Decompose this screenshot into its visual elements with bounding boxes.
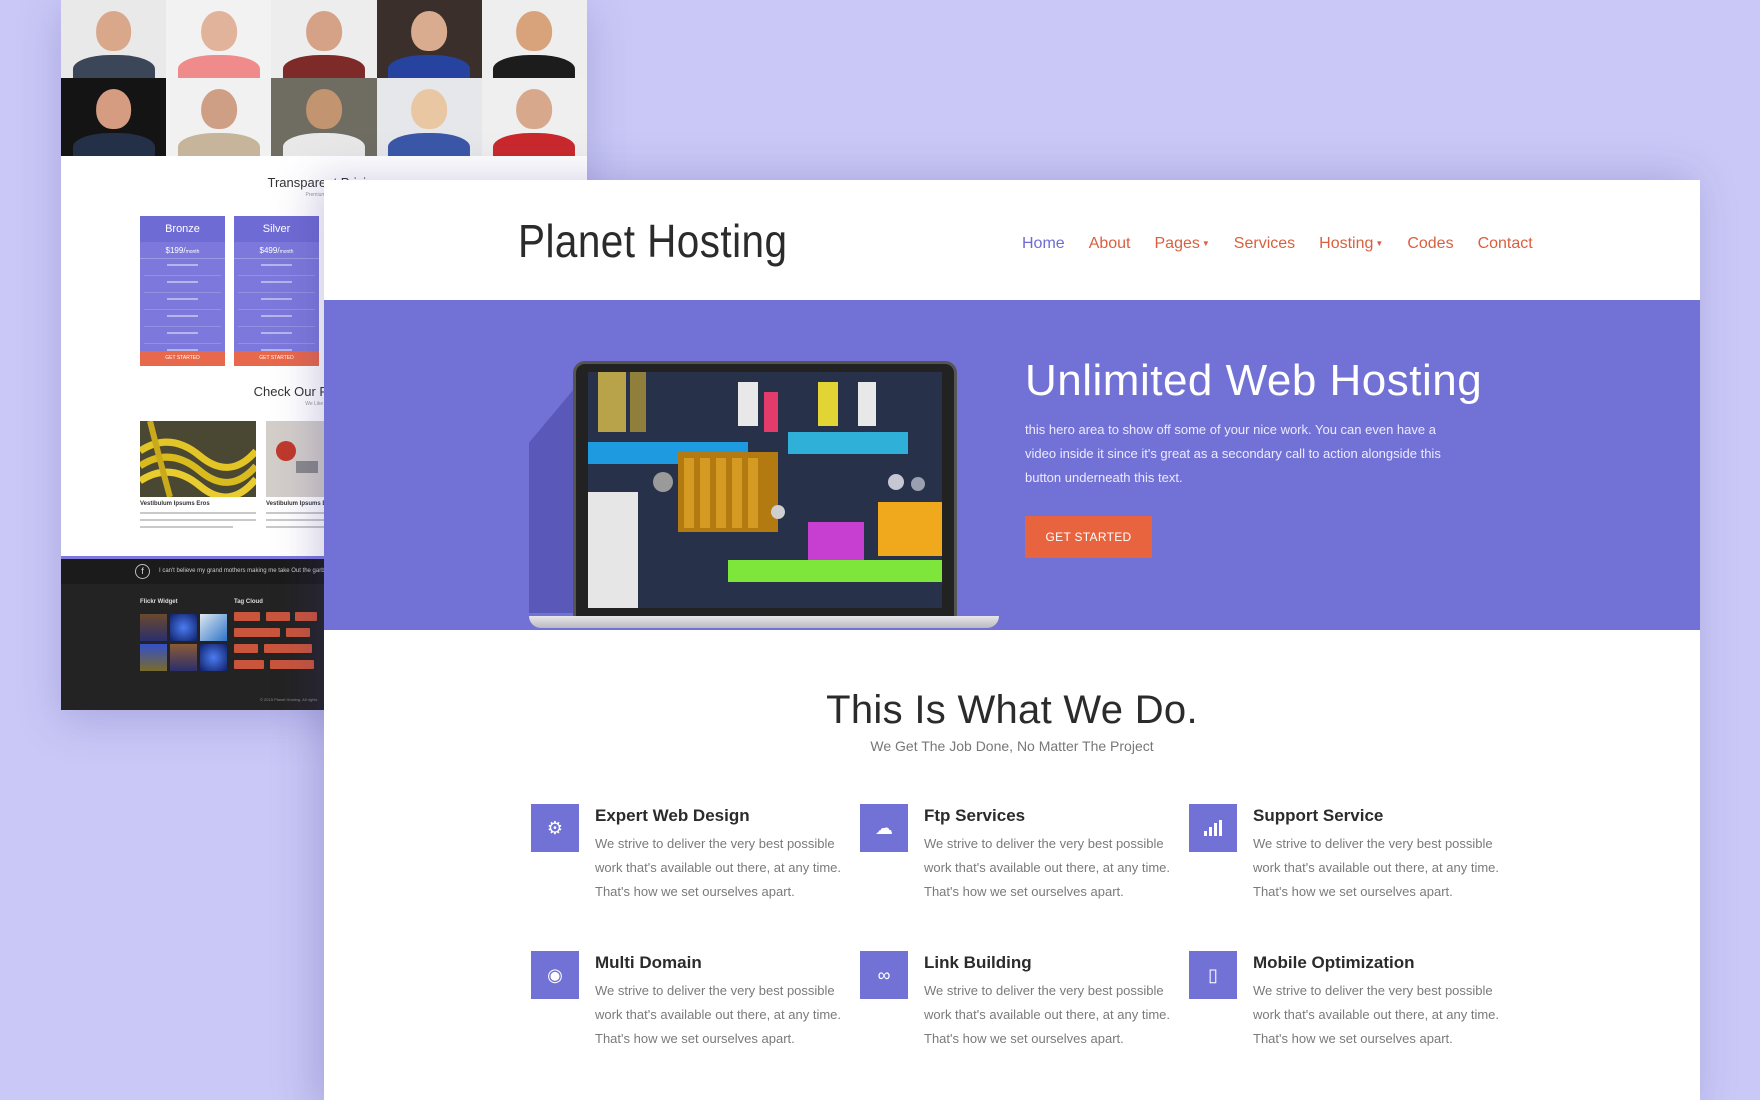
feature-description: We strive to deliver the very best possi… bbox=[924, 836, 1170, 899]
site-logo[interactable]: Planet Hosting bbox=[518, 214, 787, 268]
team-photo-grid bbox=[61, 0, 587, 156]
tag-cloud-title: Tag Cloud bbox=[234, 599, 263, 605]
flickr-thumbnail[interactable] bbox=[140, 614, 167, 641]
hero-text: this hero area to show off some of your … bbox=[1025, 422, 1441, 485]
mobile-icon: ▯ bbox=[1189, 951, 1237, 999]
gear-icon: ⚙ bbox=[531, 804, 579, 852]
pricing-plan-silver: Silver $499/month GET STARTED bbox=[234, 216, 319, 378]
feature-title[interactable]: Support Service bbox=[1253, 806, 1383, 826]
team-photo bbox=[481, 0, 587, 78]
feature-description: We strive to deliver the very best possi… bbox=[924, 983, 1170, 1046]
cloud-icon: ☁ bbox=[860, 804, 908, 852]
feature-title[interactable]: Expert Web Design bbox=[595, 806, 750, 826]
flickr-thumbnail[interactable] bbox=[200, 644, 227, 671]
tag-pill[interactable] bbox=[234, 612, 260, 621]
feature-title[interactable]: Ftp Services bbox=[924, 806, 1025, 826]
feature-title[interactable]: Multi Domain bbox=[595, 953, 702, 973]
motherboard-image bbox=[588, 372, 942, 608]
feature-description: We strive to deliver the very best possi… bbox=[1253, 983, 1499, 1046]
team-photo bbox=[481, 78, 587, 156]
caret-down-icon: ▼ bbox=[1201, 239, 1210, 248]
team-photo bbox=[271, 78, 377, 156]
team-photo bbox=[166, 78, 272, 156]
feature-title[interactable]: Link Building bbox=[924, 953, 1032, 973]
nav-contact[interactable]: Contact bbox=[1478, 235, 1533, 253]
tag-pill[interactable] bbox=[234, 644, 258, 653]
tag-pill[interactable] bbox=[295, 612, 317, 621]
feature-multi-domain: ◉ Multi Domain We strive to deliver the … bbox=[531, 951, 851, 1061]
team-photo bbox=[166, 0, 272, 78]
nav-label: Home bbox=[1022, 235, 1065, 252]
nav-label: Codes bbox=[1407, 235, 1454, 252]
flickr-thumbnail[interactable] bbox=[170, 644, 197, 671]
tag-pill[interactable] bbox=[266, 612, 290, 621]
nav-label: About bbox=[1088, 235, 1131, 252]
portfolio-image-cables[interactable] bbox=[140, 421, 256, 497]
nav-label: Contact bbox=[1477, 235, 1533, 252]
link-icon: ∞ bbox=[860, 951, 908, 999]
nav-home[interactable]: Home bbox=[1022, 235, 1065, 253]
services-subtitle: We Get The Job Done, No Matter The Proje… bbox=[870, 738, 1154, 754]
services-title: This Is What We Do. bbox=[826, 688, 1198, 732]
nav-services[interactable]: Services bbox=[1234, 235, 1295, 253]
team-photo bbox=[61, 78, 167, 156]
nav-pages-dropdown[interactable]: Pages ▼ bbox=[1155, 235, 1210, 253]
site-header: Planet Hosting Home About Pages ▼ Service… bbox=[324, 180, 1700, 300]
nav-label: Services bbox=[1233, 235, 1296, 252]
tag-pill[interactable] bbox=[234, 660, 264, 669]
feature-description: We strive to deliver the very best possi… bbox=[595, 983, 841, 1046]
feature-expert-web-design: ⚙ Expert Web Design We strive to deliver… bbox=[531, 804, 851, 914]
feature-support-service: Support Service We strive to deliver the… bbox=[1189, 804, 1509, 914]
plan-price: $199/month bbox=[140, 242, 225, 259]
plan-price: $499/month bbox=[234, 242, 319, 259]
flickr-thumbnail[interactable] bbox=[170, 614, 197, 641]
feature-link-building: ∞ Link Building We strive to deliver the… bbox=[860, 951, 1180, 1061]
laptop-image bbox=[529, 361, 999, 631]
feature-description: We strive to deliver the very best possi… bbox=[1253, 836, 1499, 899]
hero-title: Unlimited Web Hosting bbox=[1025, 356, 1483, 405]
team-photo bbox=[61, 0, 167, 78]
caret-down-icon: ▼ bbox=[1375, 239, 1384, 248]
feature-title[interactable]: Mobile Optimization bbox=[1253, 953, 1415, 973]
portfolio-text-placeholder bbox=[266, 512, 326, 533]
feature-mobile-optimization: ▯ Mobile Optimization We strive to deliv… bbox=[1189, 951, 1509, 1061]
tag-pill[interactable] bbox=[234, 628, 280, 637]
nav-label: Hosting bbox=[1319, 235, 1374, 252]
feature-ftp-services: ☁ Ftp Services We strive to deliver the … bbox=[860, 804, 1180, 914]
flickr-thumbnail[interactable] bbox=[140, 644, 167, 671]
team-photo bbox=[376, 78, 482, 156]
main-nav: Home About Pages ▼ Services Hosting ▼ Code… bbox=[1022, 235, 1557, 253]
get-started-button[interactable]: GET STARTED bbox=[1025, 516, 1152, 558]
tag-pill[interactable] bbox=[264, 644, 312, 653]
tag-pill[interactable] bbox=[286, 628, 310, 637]
team-photo bbox=[376, 0, 482, 78]
feature-description: We strive to deliver the very best possi… bbox=[595, 836, 841, 899]
portfolio-caption: Vestibulum Ipsums Eros bbox=[140, 501, 210, 507]
plan-get-started-button[interactable]: GET STARTED bbox=[234, 351, 319, 366]
flickr-thumbnail[interactable] bbox=[200, 614, 227, 641]
main-page: Planet Hosting Home About Pages ▼ Service… bbox=[324, 180, 1700, 1100]
nav-codes[interactable]: Codes bbox=[1407, 235, 1453, 253]
globe-icon: ◉ bbox=[531, 951, 579, 999]
nav-about[interactable]: About bbox=[1089, 235, 1131, 253]
plan-name: Bronze bbox=[140, 216, 225, 242]
portfolio-image-parts[interactable] bbox=[266, 421, 326, 497]
tag-pill[interactable] bbox=[270, 660, 314, 669]
hero-section: Unlimited Web Hosting this hero area to … bbox=[324, 300, 1700, 630]
copyright-text: © 2015 Planet Hosting. All rights bbox=[260, 697, 318, 702]
pricing-plan-bronze: Bronze $199/month GET STARTED bbox=[140, 216, 225, 378]
team-photo bbox=[271, 0, 377, 78]
portfolio-text-placeholder bbox=[140, 512, 256, 533]
signal-icon bbox=[1189, 804, 1237, 852]
nav-label: Pages bbox=[1154, 235, 1200, 252]
facebook-icon[interactable]: f bbox=[135, 564, 150, 579]
plan-get-started-button[interactable]: GET STARTED bbox=[140, 351, 225, 366]
nav-hosting-dropdown[interactable]: Hosting ▼ bbox=[1319, 235, 1383, 253]
flickr-widget-title: Flickr Widget bbox=[140, 599, 178, 605]
facebook-post-text: I can't believe my grand mothers making … bbox=[159, 568, 325, 574]
plan-name: Silver bbox=[234, 216, 319, 242]
